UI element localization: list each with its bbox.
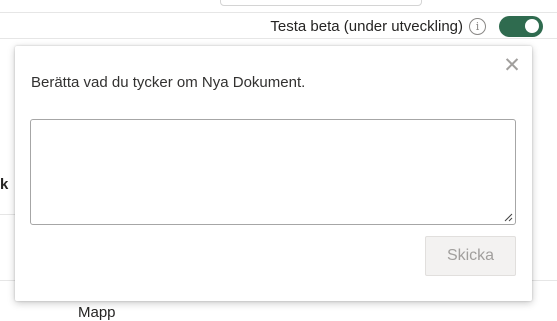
background-text-fragment: k	[0, 176, 9, 193]
header-divider	[0, 12, 557, 13]
resize-grip-icon[interactable]	[504, 213, 513, 222]
beta-label: Testa beta (under utveckling)	[270, 17, 463, 35]
app-page: Testa beta (under utveckling) i k Mapp ✕…	[0, 0, 557, 321]
close-icon[interactable]: ✕	[502, 55, 522, 76]
send-button[interactable]: Skicka	[425, 236, 516, 276]
toggle-knob	[525, 19, 539, 33]
background-divider	[0, 214, 16, 215]
search-box-edge[interactable]	[220, 0, 422, 6]
folder-label[interactable]: Mapp	[78, 304, 116, 321]
info-icon[interactable]: i	[469, 17, 486, 35]
background-divider	[0, 280, 16, 281]
feedback-textarea[interactable]	[30, 119, 516, 225]
beta-toggle-row: Testa beta (under utveckling) i	[270, 14, 543, 38]
beta-row-divider	[0, 38, 557, 39]
background-divider	[532, 280, 557, 281]
feedback-dialog: ✕ Berätta vad du tycker om Nya Dokument.…	[15, 46, 532, 301]
beta-toggle-switch[interactable]	[499, 15, 543, 37]
feedback-prompt: Berätta vad du tycker om Nya Dokument.	[31, 74, 306, 91]
